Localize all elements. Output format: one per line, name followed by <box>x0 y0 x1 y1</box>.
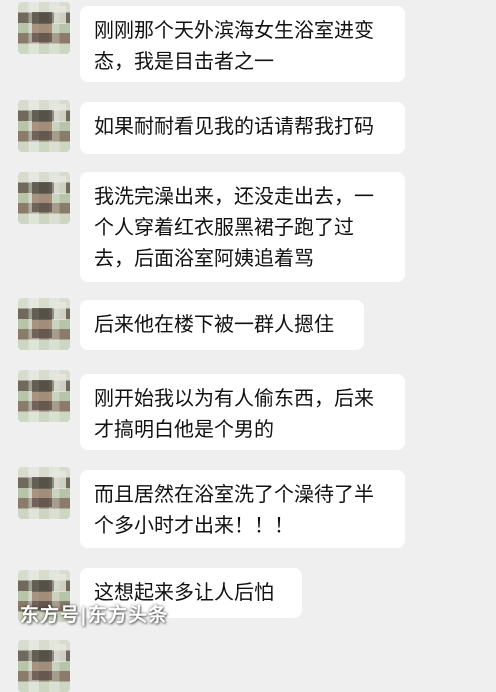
watermark: 东方号|东方头条 <box>20 604 168 626</box>
avatar[interactable] <box>18 100 70 152</box>
message-bubble: 而且居然在浴室洗了个澡待了半个多小时才出来！！！ <box>80 470 405 548</box>
message-bubble: 刚开始我以为有人偷东西，后来才搞明白他是个男的 <box>80 374 405 450</box>
message-text: 如果耐耐看见我的话请帮我打码 <box>94 114 374 138</box>
avatar[interactable] <box>18 640 70 692</box>
message-text: 而且居然在浴室洗了个澡待了半个多小时才出来！！！ <box>94 482 374 537</box>
avatar[interactable] <box>18 172 70 224</box>
avatar[interactable] <box>18 370 70 422</box>
message-bubble: 后来他在楼下被一群人摁住 <box>80 300 364 350</box>
message-text: 刚开始我以为有人偷东西，后来才搞明白他是个男的 <box>94 386 374 441</box>
message-bubble: 刚刚那个天外滨海女生浴室进变态，我是目击者之一 <box>80 6 405 82</box>
avatar[interactable] <box>18 467 70 519</box>
message-bubble: 我洗完澡出来，还没走出去，一个人穿着红衣服黑裙子跑了过去，后面浴室阿姨追着骂 <box>80 172 405 282</box>
message-bubble: 如果耐耐看见我的话请帮我打码 <box>80 102 405 154</box>
message-text: 后来他在楼下被一群人摁住 <box>94 312 334 336</box>
message-text: 我洗完澡出来，还没走出去，一个人穿着红衣服黑裙子跑了过去，后面浴室阿姨追着骂 <box>94 184 374 270</box>
avatar[interactable] <box>18 2 70 54</box>
message-text: 刚刚那个天外滨海女生浴室进变态，我是目击者之一 <box>94 18 374 73</box>
avatar[interactable] <box>18 298 70 350</box>
